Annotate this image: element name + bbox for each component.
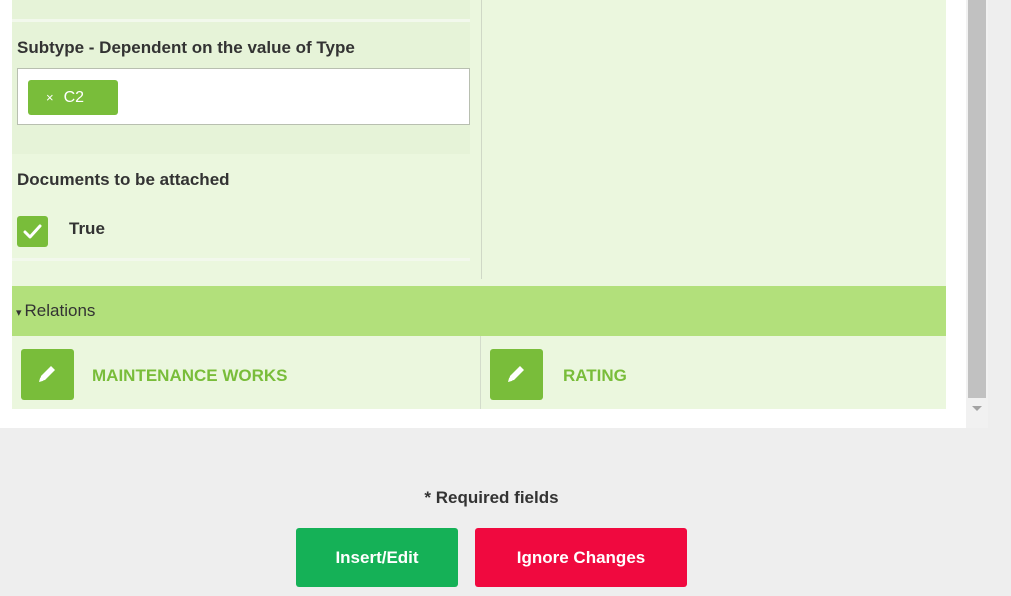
relation-label[interactable]: MAINTENANCE WORKS (92, 366, 288, 386)
checkbox-value-label: True (69, 219, 105, 238)
scroll-down-arrow-icon[interactable] (972, 406, 982, 411)
subtype-field: Subtype - Dependent on the value of Type… (12, 22, 470, 154)
subtype-label: Subtype - Dependent on the value of Type (17, 38, 355, 57)
column-divider (481, 0, 482, 279)
form-area: Subtype - Dependent on the value of Type… (12, 0, 946, 409)
left-column: Subtype - Dependent on the value of Type… (12, 0, 482, 286)
relation-label[interactable]: RATING (563, 366, 627, 386)
checkmark-icon (23, 224, 42, 239)
relation-rating: RATING (482, 336, 946, 409)
documents-label: Documents to be attached (17, 170, 230, 189)
subtype-tag: × C2 (28, 80, 118, 115)
caret-down-icon: ▾ (16, 307, 22, 319)
relations-header-label: Relations (24, 301, 96, 320)
tag-remove-icon[interactable]: × (46, 90, 54, 105)
required-fields-note: * Required fields (424, 488, 559, 507)
pencil-icon (508, 366, 524, 382)
documents-checkbox[interactable] (17, 216, 48, 247)
relations-section-toggle[interactable]: ▾ Relations (12, 286, 946, 336)
tag-label: C2 (63, 89, 85, 106)
edit-rating-button[interactable] (490, 349, 543, 400)
edit-maintenance-works-button[interactable] (21, 349, 74, 400)
vertical-scrollbar[interactable] (966, 0, 988, 428)
scrollbar-thumb[interactable] (968, 0, 986, 398)
pencil-icon (39, 366, 55, 382)
insert-edit-button[interactable]: Insert/Edit (296, 528, 458, 587)
previous-field-bottom (12, 0, 470, 22)
form-panel: Subtype - Dependent on the value of Type… (0, 0, 966, 428)
field-divider (12, 258, 470, 261)
relation-maintenance-works: MAINTENANCE WORKS (12, 336, 481, 409)
subtype-tag-input[interactable]: × C2 (17, 68, 470, 125)
ignore-changes-button[interactable]: Ignore Changes (475, 528, 687, 587)
